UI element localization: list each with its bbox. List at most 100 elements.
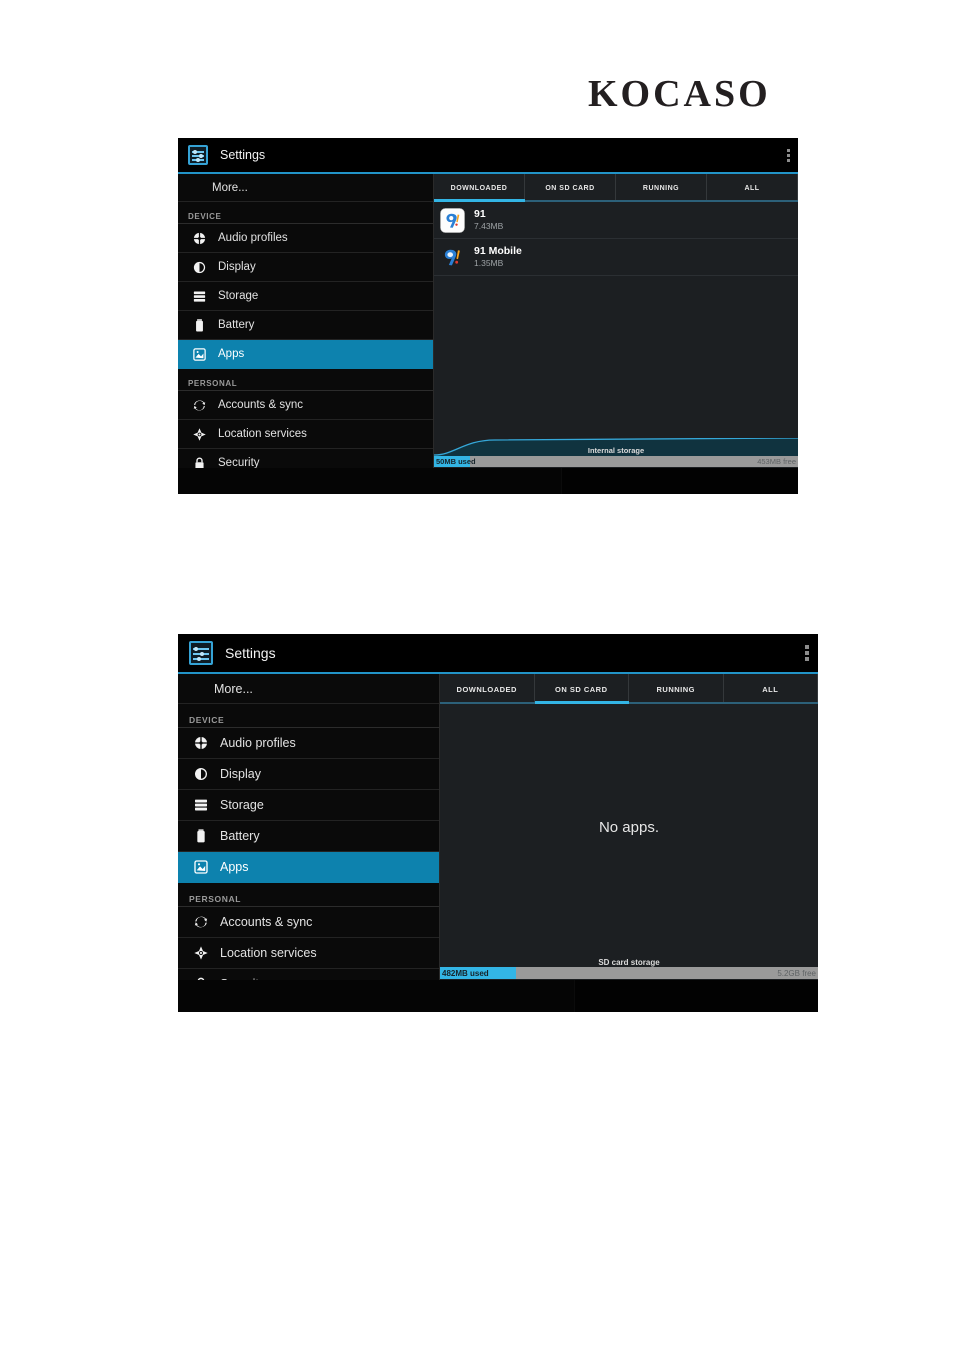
- sidebar-item-location-services[interactable]: Location services: [178, 938, 439, 969]
- storage-label: Internal storage: [587, 446, 645, 455]
- settings-sidebar[interactable]: More... DEVICE Audio profiles Display St…: [178, 174, 434, 468]
- storage-stack-icon: [193, 797, 209, 813]
- app-size: 1.35MB: [474, 257, 504, 268]
- lock-icon: [193, 976, 209, 980]
- sidebar-item-battery[interactable]: Battery: [178, 311, 433, 340]
- downloaded-apps-list[interactable]: 91 7.43MB 91 Mobile 1.35MB: [434, 202, 798, 440]
- sidebar-item-apps[interactable]: Apps: [178, 852, 439, 883]
- sidebar-item-more[interactable]: More...: [178, 674, 439, 704]
- settings-sliders-icon: [188, 145, 208, 165]
- sidebar-item-audio-profiles[interactable]: Audio profiles: [178, 224, 433, 253]
- sidebar-item-label: Storage: [218, 290, 259, 302]
- storage-bar: 50MB used 453MB free: [434, 456, 798, 467]
- sidebar-item-label: Apps: [220, 860, 249, 874]
- system-navigation-bar[interactable]: [178, 980, 818, 1012]
- sidebar-section-device: DEVICE: [178, 704, 439, 728]
- settings-sliders-icon: [189, 641, 213, 665]
- apps-tab-bar[interactable]: DOWNLOADED ON SD CARD RUNNING ALL: [434, 174, 798, 202]
- tab-running[interactable]: RUNNING: [616, 174, 707, 202]
- app-name: 91: [474, 208, 486, 221]
- sidebar-item-label: Storage: [220, 798, 264, 812]
- sidebar-item-label: Battery: [218, 319, 255, 331]
- storage-stack-icon: [192, 289, 207, 304]
- sidebar-item-label: Security: [218, 457, 260, 468]
- overflow-menu-icon[interactable]: [805, 645, 809, 661]
- app-size: 7.43MB: [474, 220, 504, 231]
- screenshot-apps-downloaded: Settings More... DEVICE Audio profiles D…: [178, 138, 798, 494]
- sidebar-item-storage[interactable]: Storage: [178, 282, 433, 311]
- app-91-mobile-icon: [440, 245, 465, 270]
- sidebar-item-battery[interactable]: Battery: [178, 821, 439, 852]
- sidebar-item-accounts-sync[interactable]: Accounts & sync: [178, 391, 433, 420]
- list-item[interactable]: 91 7.43MB: [434, 202, 798, 239]
- apps-icon: [193, 859, 209, 875]
- apps-icon: [192, 347, 207, 362]
- overflow-menu-icon[interactable]: [787, 148, 790, 162]
- tab-all[interactable]: ALL: [707, 174, 798, 202]
- sidebar-item-label: Display: [218, 261, 256, 273]
- settings-sidebar[interactable]: More... DEVICE Audio profiles Display St…: [178, 674, 440, 980]
- screenshot-apps-on-sd-card: Settings More... DEVICE Audio profiles D…: [178, 634, 818, 1012]
- sidebar-item-security[interactable]: Security: [178, 449, 433, 468]
- action-bar: Settings: [178, 634, 818, 674]
- sidebar-item-label: Audio profiles: [220, 736, 296, 750]
- battery-icon: [193, 828, 209, 844]
- sidebar-item-label: Accounts & sync: [220, 915, 313, 929]
- sidebar-section-personal: PERSONAL: [178, 883, 439, 907]
- sidebar-item-audio-profiles[interactable]: Audio profiles: [178, 728, 439, 759]
- battery-icon: [192, 318, 207, 333]
- sidebar-item-more[interactable]: More...: [178, 174, 433, 202]
- sidebar-item-label: Location services: [218, 428, 307, 440]
- sidebar-item-label: Accounts & sync: [218, 399, 304, 411]
- tab-downloaded[interactable]: DOWNLOADED: [440, 674, 535, 704]
- display-brightness-icon: [192, 260, 207, 275]
- lock-icon: [192, 456, 207, 468]
- sidebar-item-storage[interactable]: Storage: [178, 790, 439, 821]
- sidebar-item-label: Security: [220, 977, 265, 980]
- sidebar-item-display[interactable]: Display: [178, 759, 439, 790]
- sidebar-item-label: More...: [214, 681, 253, 696]
- sidebar-item-display[interactable]: Display: [178, 253, 433, 282]
- system-navigation-bar[interactable]: [178, 468, 798, 494]
- sidebar-item-apps[interactable]: Apps: [178, 340, 433, 369]
- tab-active-indicator: [534, 701, 629, 704]
- audio-profiles-icon: [193, 735, 209, 751]
- empty-state-message: No apps.: [598, 818, 660, 836]
- list-item[interactable]: 91 Mobile 1.35MB: [434, 239, 798, 276]
- sidebar-item-accounts-sync[interactable]: Accounts & sync: [178, 907, 439, 938]
- storage-bar: 482MB used 5.2GB free: [440, 967, 818, 979]
- apps-tab-bar[interactable]: DOWNLOADED ON SD CARD RUNNING ALL: [440, 674, 818, 704]
- sidebar-item-label: Audio profiles: [218, 232, 288, 244]
- internal-storage-summary: Internal storage 50MB used 453MB free: [434, 438, 798, 468]
- sidebar-item-location-services[interactable]: Location services: [178, 420, 433, 449]
- document-page: KOCASO Settings More... DEVICE Audio pro…: [0, 0, 954, 1350]
- page-title: Settings: [225, 645, 276, 661]
- app-91-icon: [440, 207, 465, 233]
- location-icon: [192, 427, 207, 442]
- tab-underline: [440, 702, 818, 704]
- storage-label: SD card storage: [598, 958, 660, 967]
- sidebar-item-label: Location services: [220, 946, 317, 960]
- sidebar-item-security[interactable]: Security: [178, 969, 439, 980]
- tab-downloaded[interactable]: DOWNLOADED: [434, 174, 525, 202]
- sidebar-section-personal: PERSONAL: [178, 369, 433, 391]
- action-bar: Settings: [178, 138, 798, 174]
- apps-content-pane: DOWNLOADED ON SD CARD RUNNING ALL: [434, 174, 798, 468]
- storage-used-label: 482MB used: [442, 968, 489, 978]
- storage-free-label: 5.2GB free: [777, 968, 816, 978]
- sidebar-item-label: Apps: [218, 348, 245, 360]
- tab-on-sd-card[interactable]: ON SD CARD: [525, 174, 616, 202]
- nav-bar-right-segment: [574, 980, 818, 1012]
- sync-icon: [192, 398, 207, 413]
- tab-all[interactable]: ALL: [724, 674, 818, 704]
- sidebar-item-label: Display: [220, 767, 261, 781]
- sidebar-section-device: DEVICE: [178, 202, 433, 224]
- tab-running[interactable]: RUNNING: [629, 674, 724, 704]
- sync-icon: [193, 914, 209, 930]
- storage-used-label: 50MB used: [436, 457, 476, 466]
- nav-bar-left-segment: [178, 980, 575, 1012]
- kocaso-logo: KOCASO: [588, 73, 771, 115]
- nav-bar-left-segment: [178, 468, 563, 494]
- tab-on-sd-card[interactable]: ON SD CARD: [535, 674, 629, 704]
- nav-bar-right-segment: [562, 468, 798, 494]
